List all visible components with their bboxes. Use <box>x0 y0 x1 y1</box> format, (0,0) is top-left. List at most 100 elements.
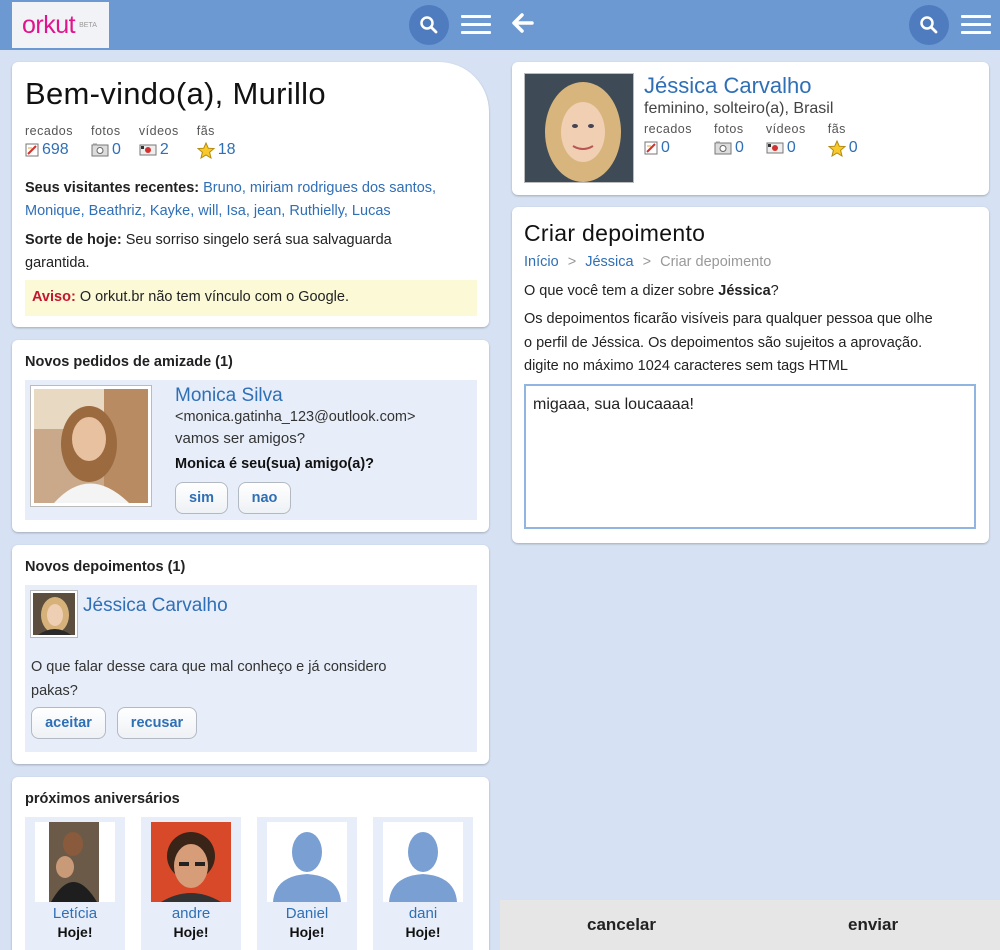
stat-fotos[interactable]: fotos 0 <box>91 124 121 159</box>
home-screen: orkut BETA Bem-vindo(a), Murillo recados… <box>0 0 500 950</box>
visitors-links[interactable]: Bruno, miriam rodrigues dos santos, <box>203 180 436 196</box>
birthday-person[interactable]: Daniel Hoje! <box>257 817 357 950</box>
question-mark: ? <box>770 283 779 299</box>
hamburger-icon <box>461 15 491 18</box>
stat-value: 0 <box>661 139 670 156</box>
stat-videos[interactable]: vídeos 2 <box>139 124 179 159</box>
profile-card: Jéssica Carvalho feminino, solteiro(a), … <box>512 62 989 195</box>
visitors-label: Seus visitantes recentes: <box>25 180 200 196</box>
birthday-when: Hoje! <box>405 924 441 940</box>
star-icon <box>196 141 215 159</box>
birthday-name: Daniel <box>285 905 329 922</box>
avatar[interactable] <box>30 385 152 507</box>
stat-label: recados <box>25 124 73 138</box>
avatar-placeholder-icon <box>383 822 463 902</box>
testimonial-question: O que você tem a dizer sobre Jéssica? <box>524 280 779 303</box>
accept-testimonial-button[interactable]: aceitar <box>31 707 106 739</box>
testimonial-line: O que falar desse cara que mal conheço e… <box>31 659 387 675</box>
birthdays-card: próximos aniversários Letícia Hoje! andr… <box>12 777 489 950</box>
stat-label: fãs <box>196 124 215 138</box>
reject-friend-button[interactable]: nao <box>238 482 291 514</box>
birthday-person[interactable]: Letícia Hoje! <box>25 817 125 950</box>
stat-recados[interactable]: recados 698 <box>25 124 73 159</box>
search-button[interactable] <box>909 5 949 45</box>
notice-text: O orkut.br não tem vínculo com o Google. <box>79 289 349 305</box>
friend-request-item: Monica Silva <monica.gatinha_123@outlook… <box>25 380 477 520</box>
stat-label: fotos <box>90 124 121 138</box>
birthdays-title: próximos aniversários <box>25 791 180 807</box>
back-arrow-icon <box>512 13 534 33</box>
new-testimonials-title: Novos depoimentos (1) <box>25 559 186 575</box>
avatar[interactable] <box>30 590 78 638</box>
luck-text: garantida. <box>25 255 90 271</box>
stat-videos[interactable]: vídeos 0 <box>766 122 806 157</box>
stat-recados[interactable]: recados 0 <box>644 122 692 157</box>
testimonial-item: Jéssica Carvalho O que falar desse cara … <box>25 585 477 752</box>
luck-text: Seu sorriso singelo será sua salvaguarda <box>125 232 392 248</box>
info-line: digite no máximo 1024 caracteres sem tag… <box>524 358 848 374</box>
avatar-placeholder-icon <box>267 822 347 902</box>
send-button[interactable]: enviar <box>848 915 898 935</box>
stat-value: 0 <box>848 139 858 156</box>
birthday-name: Letícia <box>52 905 98 922</box>
breadcrumb-home[interactable]: Início <box>524 254 559 270</box>
profile-photo <box>525 74 633 182</box>
notice-banner: Aviso: O orkut.br não tem vínculo com o … <box>25 280 477 316</box>
birthday-name: dani <box>408 905 438 922</box>
back-button[interactable] <box>510 10 540 40</box>
birthday-when: Hoje! <box>289 924 325 940</box>
profile-avatar[interactable] <box>524 73 634 183</box>
photo-icon <box>91 143 109 157</box>
stat-value: 0 <box>111 141 121 158</box>
testimonial-info: Os depoimentos ficarão visíveis para qua… <box>524 308 984 379</box>
cancel-button[interactable]: cancelar <box>587 915 656 935</box>
notice-label: Aviso: <box>32 289 76 305</box>
stat-value: 18 <box>217 141 236 158</box>
reject-testimonial-button[interactable]: recusar <box>117 707 197 739</box>
stat-value: 698 <box>42 141 69 158</box>
luck-label: Sorte de hoje: <box>25 232 122 248</box>
request-question: Monica é seu(sua) amigo(a)? <box>175 456 375 472</box>
accept-friend-button[interactable]: sim <box>175 482 228 514</box>
stat-fas[interactable]: fãs 0 <box>827 122 858 157</box>
new-testimonials-card: Novos depoimentos (1) Jéssica Carvalho O… <box>12 545 489 764</box>
stat-label: vídeos <box>138 124 179 138</box>
welcome-card: Bem-vindo(a), Murillo recados 698 fotos … <box>12 62 489 327</box>
testimonial-textarea[interactable]: migaaa, sua loucaaaa! <box>524 384 976 529</box>
top-bar: orkut BETA <box>0 0 500 50</box>
question-text: O que você tem a dizer sobre <box>524 283 715 299</box>
star-icon <box>827 139 846 157</box>
friend-requests-title: Novos pedidos de amizade (1) <box>25 354 233 370</box>
visitors-links[interactable]: Monique, Beathriz, Kayke, will, Isa, jea… <box>25 203 391 219</box>
testimonial-author[interactable]: Jéssica Carvalho <box>83 595 228 617</box>
breadcrumb-separator: > <box>642 254 652 270</box>
stat-fas[interactable]: fãs 18 <box>196 124 236 159</box>
menu-button[interactable] <box>961 12 991 38</box>
recent-visitors: Seus visitantes recentes: Bruno, miriam … <box>25 177 480 223</box>
requester-email: <monica.gatinha_123@outlook.com> <box>175 409 416 425</box>
menu-button[interactable] <box>461 12 491 38</box>
request-message: vamos ser amigos? <box>175 430 306 447</box>
page-title: Criar depoimento <box>524 220 706 246</box>
stat-value: 0 <box>786 139 796 156</box>
profile-stats: recados 0 fotos 0 vídeos 0 fãs 0 <box>644 122 876 157</box>
stat-label: vídeos <box>765 122 806 136</box>
birthday-person[interactable]: dani Hoje! <box>373 817 473 950</box>
stat-label: recados <box>644 122 692 136</box>
stat-fotos[interactable]: fotos 0 <box>714 122 744 157</box>
profile-photo <box>33 593 75 635</box>
stat-label: fotos <box>713 122 744 136</box>
birthday-person[interactable]: andre Hoje! <box>141 817 241 950</box>
birthday-when: Hoje! <box>173 924 209 940</box>
breadcrumb-profile[interactable]: Jéssica <box>585 254 633 270</box>
logo-beta-tag: BETA <box>79 21 97 29</box>
hamburger-icon <box>961 15 991 18</box>
stat-value: 0 <box>734 139 744 156</box>
orkut-logo[interactable]: orkut BETA <box>12 2 109 48</box>
info-line: Os depoimentos ficarão visíveis para qua… <box>524 311 933 327</box>
video-icon <box>139 144 157 156</box>
requester-name[interactable]: Monica Silva <box>175 385 283 407</box>
logo-text: orkut <box>22 10 76 39</box>
question-name: Jéssica <box>718 283 771 299</box>
search-button[interactable] <box>409 5 449 45</box>
